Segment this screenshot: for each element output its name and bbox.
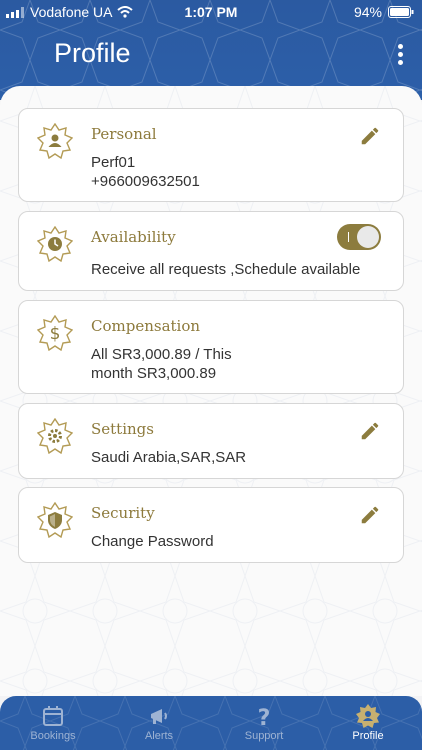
personal-phone: +966009632501 [91,173,200,190]
settings-card[interactable]: Settings Saudi Arabia,SAR,SAR [18,403,404,479]
tab-alerts-label: Alerts [144,730,174,742]
battery-icon [388,6,414,18]
question-icon: ? [258,706,271,728]
svg-text:$: $ [50,324,61,344]
tab-support[interactable]: ? Support [219,704,309,742]
personal-title: Personal [91,125,157,143]
security-text: Change Password [91,533,214,550]
person-icon [37,123,73,159]
settings-title: Settings [91,420,154,438]
status-bar: Vodafone UA 1:07 PM 94% [0,0,422,24]
gear-icon [37,418,73,454]
tab-bookings[interactable]: Bookings [8,704,98,742]
megaphone-icon [151,709,167,724]
personal-card[interactable]: Personal Perf01 +966009632501 [18,108,404,202]
svg-text:?: ? [258,706,271,728]
availability-text: Receive all requests ,Schedule available [91,261,361,278]
clock-icon [37,226,73,262]
edit-settings-icon[interactable] [359,420,381,442]
compensation-line2: month SR3,000.89 [91,365,217,382]
compensation-title: Compensation [91,317,201,335]
availability-title: Availability [91,228,176,246]
compensation-card[interactable]: $ Compensation All SR3,000.89 / This mon… [18,300,404,394]
edit-personal-icon[interactable] [359,125,381,147]
status-right: 94% [354,4,414,20]
profile-star-icon [356,704,380,728]
page-title: Profile [54,38,131,68]
tab-alerts[interactable]: Alerts [114,704,204,742]
tab-profile[interactable]: Profile [323,704,413,742]
tab-profile-label: Profile [352,730,384,742]
personal-name: Perf01 [91,154,136,171]
dollar-icon: $ [37,315,73,351]
security-card[interactable]: Security Change Password [18,487,404,563]
availability-card[interactable]: Availability Receive all requests ,Sched… [18,211,404,291]
security-title: Security [91,504,155,522]
calendar-icon [43,706,63,726]
compensation-line1: All SR3,000.89 / This [91,346,232,363]
tab-support-label: Support [244,730,284,742]
header-bar: Vodafone UA 1:07 PM 94% Profile [0,0,422,100]
battery-percent: 94% [353,4,382,20]
tab-bar: Bookings Alerts ? Support Profile [0,696,422,750]
tab-bookings-label: Bookings [30,730,76,742]
settings-text: Saudi Arabia,SAR,SAR [91,449,247,466]
more-options-icon[interactable] [396,44,404,66]
edit-security-icon[interactable] [359,504,381,526]
shield-icon [37,502,73,538]
availability-toggle[interactable] [337,224,381,250]
